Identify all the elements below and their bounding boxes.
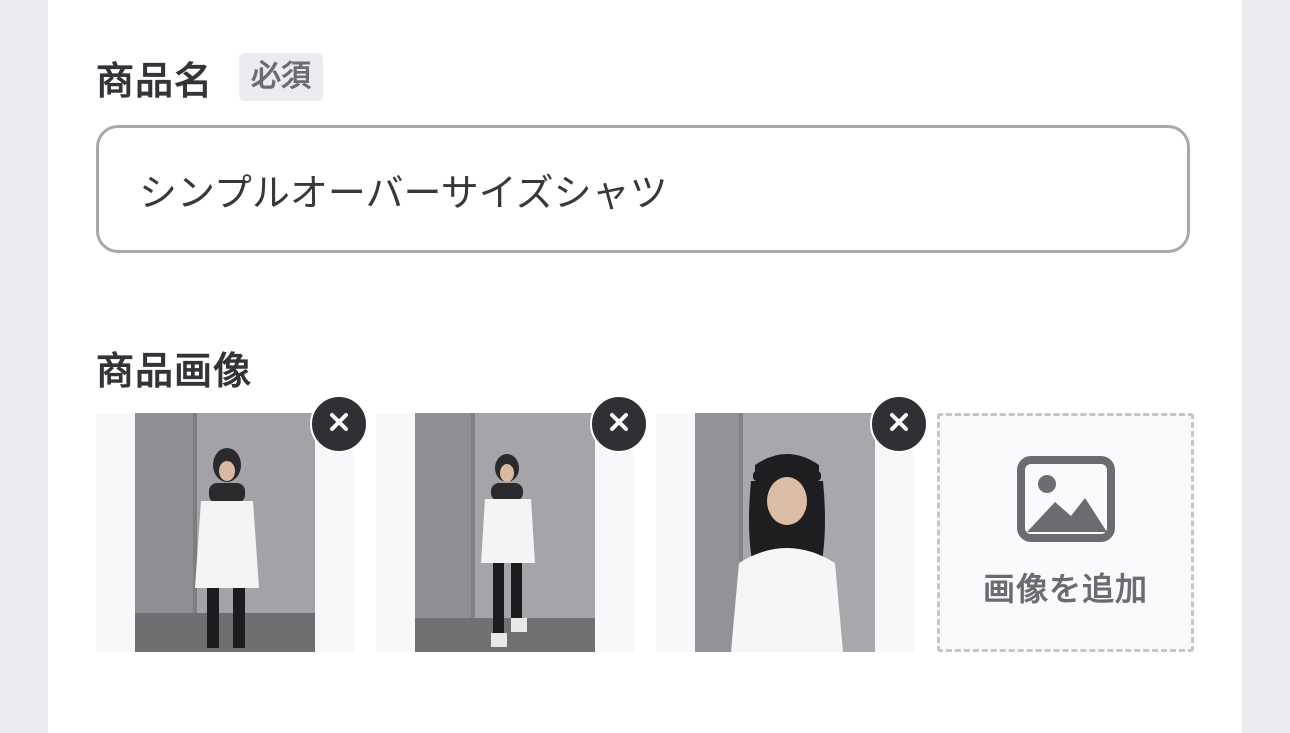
product-photo: [415, 413, 595, 652]
product-image-thumb-2[interactable]: [376, 395, 648, 652]
image-icon: [1016, 455, 1115, 546]
close-icon: [609, 412, 629, 436]
add-image-label: 画像を追加: [982, 569, 1148, 608]
product-name-label-row: 商品名 必須: [96, 52, 324, 103]
product-photo: [135, 413, 315, 652]
close-icon: [889, 412, 909, 436]
remove-image-button-2[interactable]: [590, 395, 648, 453]
product-images-label: 商品画像: [96, 349, 253, 393]
remove-image-button-1[interactable]: [310, 395, 368, 453]
product-photo: [695, 413, 875, 652]
product-image-thumb-1[interactable]: [96, 395, 368, 652]
form-panel: 商品名 必須 商品画像: [48, 0, 1242, 733]
close-icon: [329, 412, 349, 436]
required-badge: 必須: [239, 53, 324, 101]
product-name-label: 商品名: [96, 58, 214, 103]
remove-image-button-3[interactable]: [870, 395, 928, 453]
add-image-button[interactable]: 画像を追加: [937, 413, 1194, 652]
product-name-input[interactable]: [96, 125, 1190, 253]
product-image-thumb-3[interactable]: [656, 395, 928, 652]
